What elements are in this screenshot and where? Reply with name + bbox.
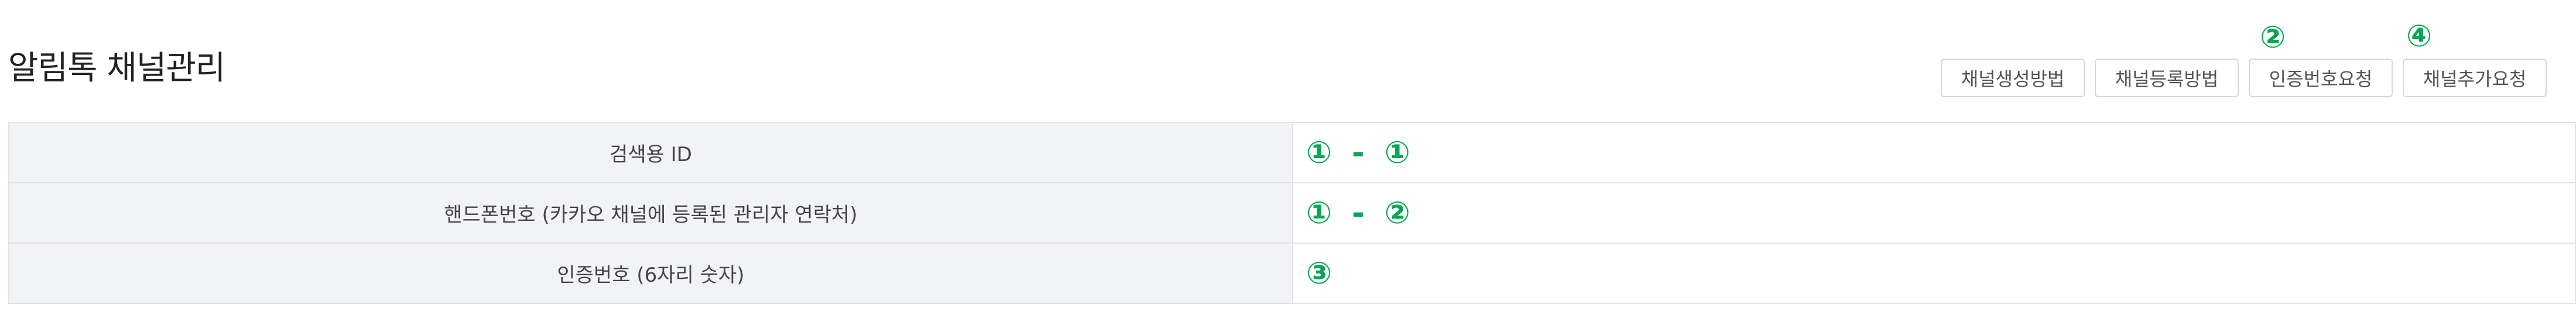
- phone-number-annotation: ① - ②: [1306, 196, 2574, 231]
- channel-create-guide-button[interactable]: 채널생성방법: [1941, 59, 2085, 97]
- cert-number-request-button[interactable]: 인증번호요청: [2249, 59, 2393, 97]
- annotation-marker: ①: [1306, 135, 1332, 170]
- cert-number-annotation: ③: [1306, 256, 2574, 291]
- channel-form-table: 검색용 ID ① - ① 핸드폰번호 (카카오 채널에 등록된 관리자 연락처)…: [8, 122, 2576, 304]
- cert-number-field[interactable]: ③: [1292, 243, 2576, 304]
- phone-number-field[interactable]: ① - ②: [1292, 182, 2576, 244]
- search-id-field[interactable]: ① - ①: [1292, 122, 2576, 183]
- annotation-marker: ②: [1384, 195, 1410, 231]
- channel-add-request-button[interactable]: 채널추가요청: [2403, 59, 2547, 97]
- table-row: 핸드폰번호 (카카오 채널에 등록된 관리자 연락처) ① - ②: [8, 182, 2576, 244]
- search-id-label: 검색용 ID: [8, 122, 1293, 183]
- channel-register-guide-button[interactable]: 채널등록방법: [2095, 59, 2239, 97]
- table-row: 검색용 ID ① - ①: [8, 122, 2576, 183]
- page-title: 알림톡 채널관리: [8, 49, 225, 87]
- search-id-annotation: ① - ①: [1306, 135, 2574, 170]
- cert-number-label: 인증번호 (6자리 숫자): [8, 243, 1293, 304]
- annotation-dash: -: [1352, 195, 1365, 231]
- annotation-marker: ①: [1384, 135, 1410, 170]
- annotation-marker: ①: [1306, 195, 1332, 231]
- channel-management-page: 알림톡 채널관리 ② ④ 채널생성방법 채널등록방법 인증번호요청 채널추가요청…: [0, 0, 2576, 321]
- phone-number-label: 핸드폰번호 (카카오 채널에 등록된 관리자 연락처): [8, 182, 1293, 244]
- annotation-marker-cert-request: ②: [2260, 20, 2286, 55]
- annotation-dash: -: [1352, 135, 1365, 170]
- annotation-marker-add-channel: ④: [2406, 19, 2433, 54]
- table-row: 인증번호 (6자리 숫자) ③: [8, 243, 2576, 304]
- annotation-marker: ③: [1306, 255, 1332, 291]
